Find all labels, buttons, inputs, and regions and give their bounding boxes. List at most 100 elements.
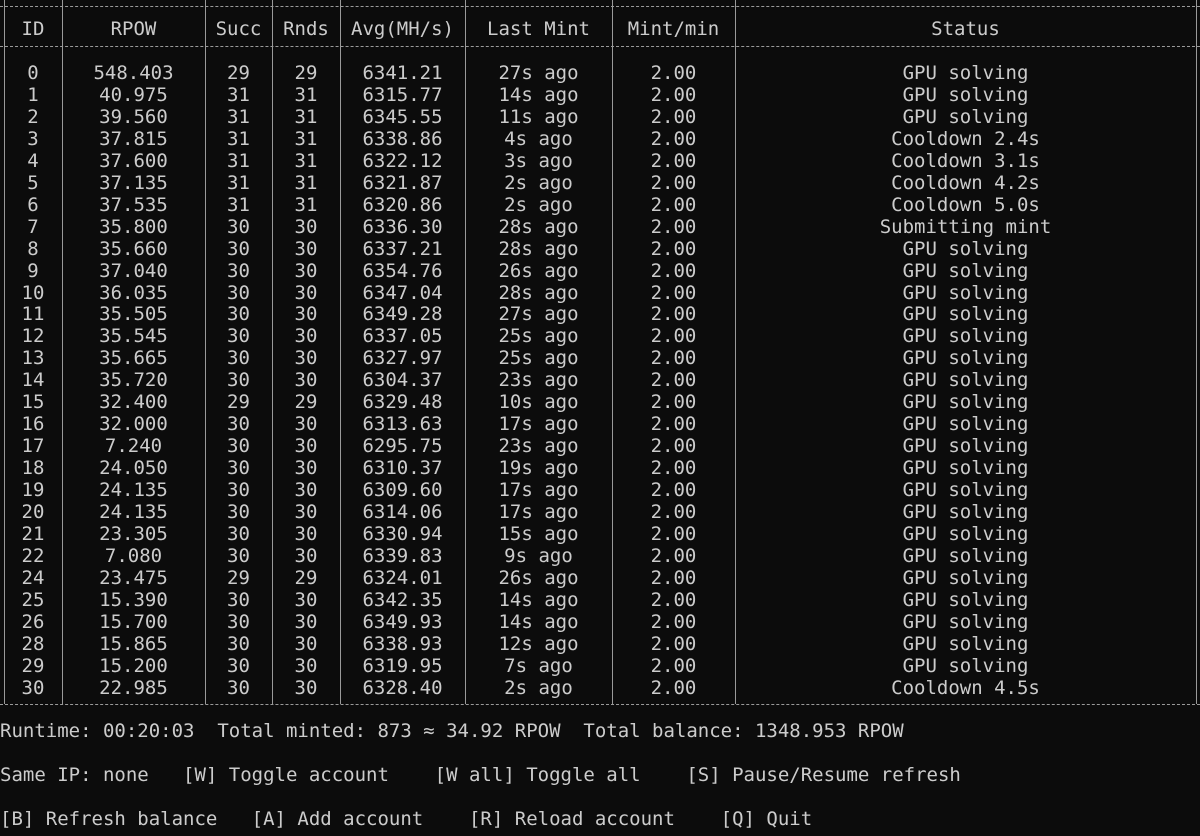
cell-id: 8 xyxy=(27,237,39,260)
cell-avg: 6354.76 xyxy=(362,259,443,282)
header-rpow: RPOW xyxy=(110,18,157,40)
cell-rnds: 30 xyxy=(294,457,318,480)
cell-rnds: 31 xyxy=(294,149,318,172)
cell-rnds: 30 xyxy=(294,281,318,304)
cell-avg: 6337.05 xyxy=(362,325,443,348)
cell-mint-per-min: 2.00 xyxy=(650,457,697,480)
cell-status: GPU solving xyxy=(902,457,1029,480)
cell-last-mint: 28s ago xyxy=(498,215,579,238)
cell-id: 5 xyxy=(27,171,39,194)
cell-id: 7 xyxy=(27,215,39,238)
cell-id: 20 xyxy=(21,501,45,523)
cell-succ: 30 xyxy=(227,610,250,633)
cell-id: 26 xyxy=(21,610,45,633)
cell-mint-per-min: 2.00 xyxy=(650,215,697,238)
cell-last-mint: 26s ago xyxy=(498,259,579,282)
cell-avg: 6330.94 xyxy=(362,522,443,545)
cell-id: 25 xyxy=(21,588,45,611)
cell-rpow: 37.815 xyxy=(99,127,168,150)
cell-mint-per-min: 2.00 xyxy=(650,303,697,326)
header-last-mint: Last Mint xyxy=(487,18,590,40)
cell-rnds: 31 xyxy=(294,193,318,216)
summary-line: Runtime: 00:20:03 Total minted: 873 ≈ 34… xyxy=(0,720,904,742)
cell-avg: 6338.86 xyxy=(362,127,443,150)
terminal-window: ID RPOW Succ Rnds Avg(MH/s) Last Mint Mint/min… xyxy=(0,0,1200,836)
cell-succ: 30 xyxy=(227,588,250,611)
cell-last-mint: 17s ago xyxy=(498,479,579,502)
cell-mint-per-min: 2.00 xyxy=(650,479,697,502)
cell-succ: 30 xyxy=(227,413,250,436)
cell-avg: 6295.75 xyxy=(362,435,443,458)
cell-avg: 6304.37 xyxy=(362,369,443,392)
cell-rnds: 30 xyxy=(294,215,318,238)
cell-avg: 6313.63 xyxy=(362,413,443,436)
cell-avg: 6341.21 xyxy=(362,62,443,84)
cell-avg: 6345.55 xyxy=(362,105,443,128)
cell-status: GPU solving xyxy=(902,237,1029,260)
cell-status: GPU solving xyxy=(902,544,1029,567)
cell-mint-per-min: 2.00 xyxy=(650,501,697,523)
cell-last-mint: 15s ago xyxy=(498,522,579,545)
cell-rnds: 30 xyxy=(294,259,318,282)
cell-rnds: 30 xyxy=(294,369,318,392)
cell-succ: 30 xyxy=(227,479,250,502)
cell-rpow: 23.475 xyxy=(99,566,168,589)
cell-succ: 30 xyxy=(227,544,250,567)
cell-status: GPU solving xyxy=(902,83,1029,106)
cell-mint-per-min: 2.00 xyxy=(650,369,697,392)
cell-rnds: 30 xyxy=(294,479,318,502)
cell-succ: 30 xyxy=(227,281,250,304)
cell-rpow: 35.505 xyxy=(99,303,168,326)
table-separator xyxy=(0,46,1200,47)
cell-succ: 30 xyxy=(227,654,250,677)
cell-succ: 31 xyxy=(227,83,250,106)
cell-mint-per-min: 2.00 xyxy=(650,105,697,128)
cell-rnds: 29 xyxy=(294,566,318,589)
cell-succ: 30 xyxy=(227,259,250,282)
header-rnds: Rnds xyxy=(283,18,329,40)
cell-mint-per-min: 2.00 xyxy=(650,413,697,436)
cell-rpow: 32.000 xyxy=(99,413,168,436)
cell-avg: 6309.60 xyxy=(362,479,443,502)
cell-last-mint: 26s ago xyxy=(498,566,579,589)
cell-succ: 30 xyxy=(227,347,250,370)
cell-mint-per-min: 2.00 xyxy=(650,171,697,194)
table-separator xyxy=(0,704,1200,705)
cell-rpow: 24.050 xyxy=(99,457,168,480)
cell-avg: 6310.37 xyxy=(362,457,443,480)
cell-avg: 6338.93 xyxy=(362,632,443,655)
cell-status: GPU solving xyxy=(902,303,1029,326)
cell-mint-per-min: 2.00 xyxy=(650,391,697,414)
cell-succ: 30 xyxy=(227,457,250,480)
cell-succ: 30 xyxy=(227,215,250,238)
cell-last-mint: 19s ago xyxy=(498,457,579,480)
cell-rpow: 37.535 xyxy=(99,193,168,216)
cell-rnds: 30 xyxy=(294,522,318,545)
cell-avg: 6349.93 xyxy=(362,610,443,633)
cell-status: GPU solving xyxy=(902,105,1029,128)
cell-last-mint: 2s ago xyxy=(504,676,573,699)
cell-last-mint: 27s ago xyxy=(498,303,579,326)
cell-status: Cooldown 4.5s xyxy=(891,676,1040,699)
cell-succ: 30 xyxy=(227,325,250,348)
cell-rpow: 35.720 xyxy=(99,369,168,392)
cell-rnds: 30 xyxy=(294,325,318,348)
cell-mint-per-min: 2.00 xyxy=(650,654,697,677)
cell-rpow: 37.600 xyxy=(99,149,168,172)
cell-avg: 6320.86 xyxy=(362,193,443,216)
cell-id: 21 xyxy=(21,522,45,545)
cell-rpow: 23.305 xyxy=(99,522,168,545)
cell-id: 12 xyxy=(21,325,45,348)
cell-mint-per-min: 2.00 xyxy=(650,83,697,106)
cell-rpow: 32.400 xyxy=(99,391,168,414)
cell-id: 13 xyxy=(21,347,45,370)
cell-rnds: 30 xyxy=(294,676,318,699)
cell-succ: 29 xyxy=(227,62,250,84)
cell-rnds: 30 xyxy=(294,237,318,260)
cell-status: GPU solving xyxy=(902,479,1029,502)
cell-succ: 31 xyxy=(227,149,250,172)
cell-status: GPU solving xyxy=(902,281,1029,304)
cell-rpow: 37.040 xyxy=(99,259,168,282)
cell-mint-per-min: 2.00 xyxy=(650,610,697,633)
cell-status: Cooldown 5.0s xyxy=(891,193,1040,216)
